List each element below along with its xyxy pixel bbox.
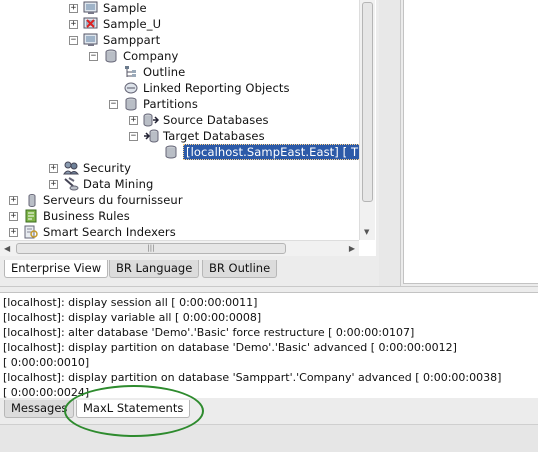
tree-node-label: Outline	[143, 65, 186, 79]
tree-node-linked-reporting-objects[interactable]: Linked Reporting Objects	[109, 80, 290, 96]
database-icon	[163, 145, 179, 159]
database-app-icon	[83, 1, 99, 15]
tree-node-label: Sample_U	[103, 17, 162, 31]
scroll-thumb[interactable]: |||	[16, 243, 286, 254]
tree-node-company[interactable]: − Company	[89, 48, 178, 64]
tree-node-samppart[interactable]: − Samppart	[69, 32, 160, 48]
collapse-icon[interactable]: −	[109, 99, 118, 109]
tree-node-sample-u[interactable]: + Sample_U	[69, 16, 161, 32]
business-rules-icon	[23, 209, 39, 223]
tab-maxl-statements[interactable]: MaxL Statements	[76, 400, 191, 418]
tree-node-label-selected[interactable]: [localhost.SampEast.East] [ T	[183, 144, 362, 160]
tab-messages[interactable]: Messages	[4, 400, 75, 418]
scroll-right-icon[interactable]: ▶	[349, 244, 355, 253]
message-line: [localhost]: display variable all [ 0:00…	[3, 311, 262, 324]
provider-server-icon	[23, 193, 39, 207]
tree-node-label: Serveurs du fournisseur	[43, 193, 183, 207]
message-line: [ 0:00:00:0010]	[3, 356, 90, 369]
scroll-left-icon[interactable]: ◀	[4, 244, 10, 253]
expand-icon[interactable]: +	[69, 3, 78, 13]
expand-icon[interactable]: +	[9, 211, 18, 221]
lro-icon	[123, 81, 139, 95]
expand-icon[interactable]: +	[69, 19, 78, 29]
scroll-down-icon[interactable]: ▼	[364, 228, 369, 236]
expand-icon[interactable]: +	[49, 163, 58, 173]
tab-enterprise-view[interactable]: Enterprise View	[4, 260, 109, 278]
tree-node-label: Target Databases	[163, 129, 265, 143]
security-icon	[63, 161, 79, 175]
tree-node-data-mining[interactable]: + Data Mining	[49, 176, 153, 192]
tree-node-label: Source Databases	[163, 113, 269, 127]
tree-node-label: Linked Reporting Objects	[143, 81, 290, 95]
right-panel	[379, 0, 538, 288]
partition-icon	[123, 97, 139, 111]
tree-node-label: Security	[83, 161, 132, 175]
collapse-icon[interactable]: −	[129, 131, 138, 141]
tab-br-language[interactable]: BR Language	[109, 260, 200, 278]
database-app-icon	[83, 33, 99, 47]
search-indexer-icon	[23, 225, 39, 239]
tree-node-label: Smart Search Indexers	[43, 225, 176, 239]
message-line: [localhost]: display partition on databa…	[3, 371, 502, 384]
expand-icon[interactable]: +	[9, 195, 18, 205]
source-db-icon	[143, 113, 159, 127]
content-area	[403, 0, 538, 284]
collapse-icon[interactable]: −	[89, 51, 98, 61]
outline-icon	[123, 65, 139, 79]
tree-node-label: Business Rules	[43, 209, 130, 223]
tree-node-label: Company	[123, 49, 179, 63]
tree-tab-bar: Enterprise View BR Language BR Outline	[0, 258, 376, 280]
message-line: [localhost]: display session all [ 0:00:…	[3, 296, 258, 309]
expand-icon[interactable]: +	[129, 115, 138, 125]
tree-node-source-databases[interactable]: + Source Databases	[129, 112, 269, 128]
tree-node-provider-servers[interactable]: + Serveurs du fournisseur	[9, 192, 183, 208]
enterprise-view-tree[interactable]: + Sample + Sample_U − Samppart − Company…	[0, 0, 376, 256]
tree-node-target-databases[interactable]: − Target Databases	[129, 128, 265, 144]
database-app-error-icon	[83, 17, 99, 31]
status-bar	[0, 424, 538, 452]
tree-node-business-rules[interactable]: + Business Rules	[9, 208, 130, 224]
message-line: [localhost]: alter database 'Demo'.'Basi…	[3, 326, 415, 339]
tree-horizontal-scrollbar[interactable]: ◀ ||| ▶	[0, 240, 359, 256]
tree-node-target-partition[interactable]: [localhost.SampEast.East] [ T	[149, 144, 362, 160]
message-line: [localhost]: display partition on databa…	[3, 341, 457, 354]
tab-br-outline[interactable]: BR Outline	[202, 260, 278, 278]
target-db-icon	[143, 129, 159, 143]
tree-node-partitions[interactable]: − Partitions	[109, 96, 198, 112]
tree-node-label: Samppart	[103, 33, 161, 47]
tree-vertical-scrollbar[interactable]: ▼	[359, 0, 375, 240]
messages-panel: [localhost]: display session all [ 0:00:…	[0, 292, 538, 398]
tree-node-smart-search-indexers[interactable]: + Smart Search Indexers	[9, 224, 176, 240]
collapse-icon[interactable]: −	[69, 35, 78, 45]
tree-node-sample[interactable]: + Sample	[69, 0, 147, 16]
tree-node-security[interactable]: + Security	[49, 160, 131, 176]
database-icon	[103, 49, 119, 63]
message-line: [ 0:00:00:0024]	[3, 386, 90, 398]
tree-node-label: Data Mining	[83, 177, 154, 191]
panel-strip	[379, 0, 401, 288]
expand-icon[interactable]: +	[49, 179, 58, 189]
message-tab-bar: Messages MaxL Statements	[0, 398, 538, 420]
tree-node-outline[interactable]: Outline	[109, 64, 185, 80]
scroll-thumb[interactable]	[362, 2, 373, 202]
expand-icon[interactable]: +	[9, 227, 18, 237]
tree-node-label: Partitions	[143, 97, 198, 111]
tree-node-label: Sample	[103, 1, 147, 15]
data-mining-icon	[63, 177, 79, 191]
